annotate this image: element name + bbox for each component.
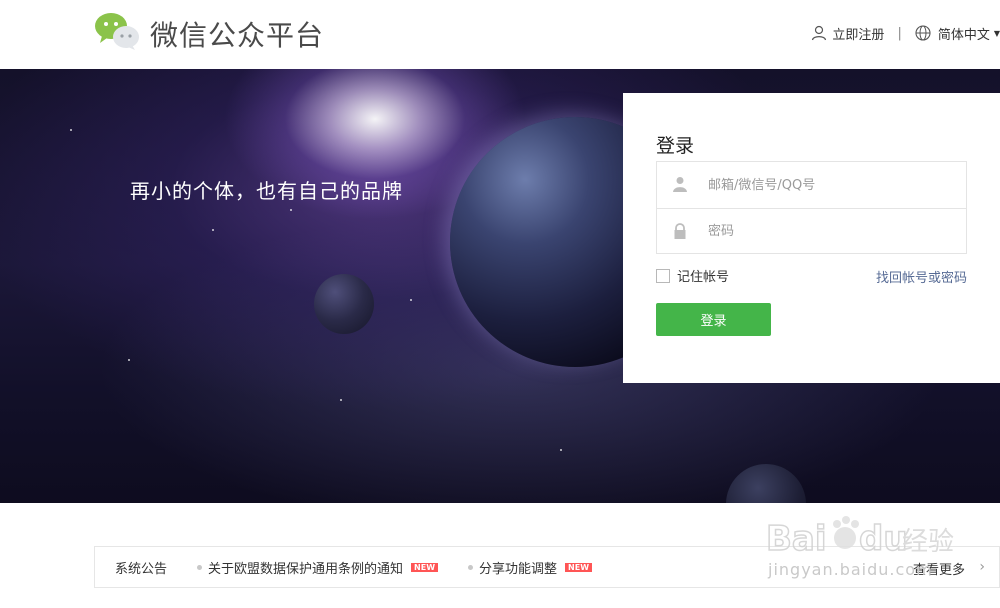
bullet-dot	[468, 564, 474, 570]
small-planet-image	[314, 274, 374, 334]
notice-title: 系统公告	[115, 561, 168, 577]
remember-label: 记住帐号	[677, 270, 730, 285]
language-selector[interactable]: 简体中文	[938, 24, 990, 43]
notice-item-label: 关于欧盟数据保护通用条例的通知	[208, 561, 404, 577]
login-panel: 登录 记住帐号 找回帐号或密码 登录	[623, 93, 1000, 383]
remember-checkbox[interactable]	[656, 268, 670, 283]
user-icon	[673, 177, 687, 192]
star	[560, 449, 562, 451]
register-link[interactable]: 立即注册	[832, 24, 884, 43]
notice-item-label: 分享功能调整	[479, 561, 558, 577]
globe-icon	[915, 25, 931, 41]
login-title: 登录	[656, 135, 695, 157]
account-row	[657, 162, 966, 208]
star	[290, 209, 292, 211]
chevron-down-icon[interactable]: ▼	[994, 29, 1000, 38]
password-input[interactable]	[657, 209, 966, 254]
watermark-text: jingyan.baidu.com	[768, 560, 933, 579]
banner-tagline: 再小的个体，也有自己的品牌	[130, 179, 403, 203]
wechat-logo-icon[interactable]	[94, 12, 140, 50]
star	[340, 399, 342, 401]
password-row	[657, 208, 966, 254]
star	[212, 229, 214, 231]
account-input[interactable]	[657, 162, 966, 208]
header-separator: |	[897, 25, 902, 41]
login-form	[656, 161, 967, 254]
bullet-dot	[197, 564, 203, 570]
lock-icon	[674, 223, 686, 239]
star	[410, 299, 412, 301]
new-badge: NEW	[565, 562, 593, 572]
distant-planet-image	[726, 464, 806, 503]
remember-account[interactable]: 记住帐号	[656, 266, 729, 285]
login-button[interactable]: 登录	[656, 303, 771, 336]
forgot-password-link[interactable]: 找回帐号或密码	[876, 267, 967, 286]
user-icon	[812, 25, 827, 41]
notice-item[interactable]: 分享功能调整 NEW	[468, 558, 593, 577]
brand-title: 微信公众平台	[150, 19, 325, 52]
star	[70, 129, 72, 131]
chevron-right-icon[interactable]: ›	[979, 559, 985, 575]
header-actions: 立即注册 | 简体中文 ▼	[811, 22, 1000, 44]
notice-item[interactable]: 关于欧盟数据保护通用条例的通知 NEW	[197, 558, 439, 577]
header: 微信公众平台 立即注册 | 简体中文 ▼	[0, 0, 1000, 68]
star	[128, 359, 130, 361]
new-badge: NEW	[411, 562, 439, 572]
